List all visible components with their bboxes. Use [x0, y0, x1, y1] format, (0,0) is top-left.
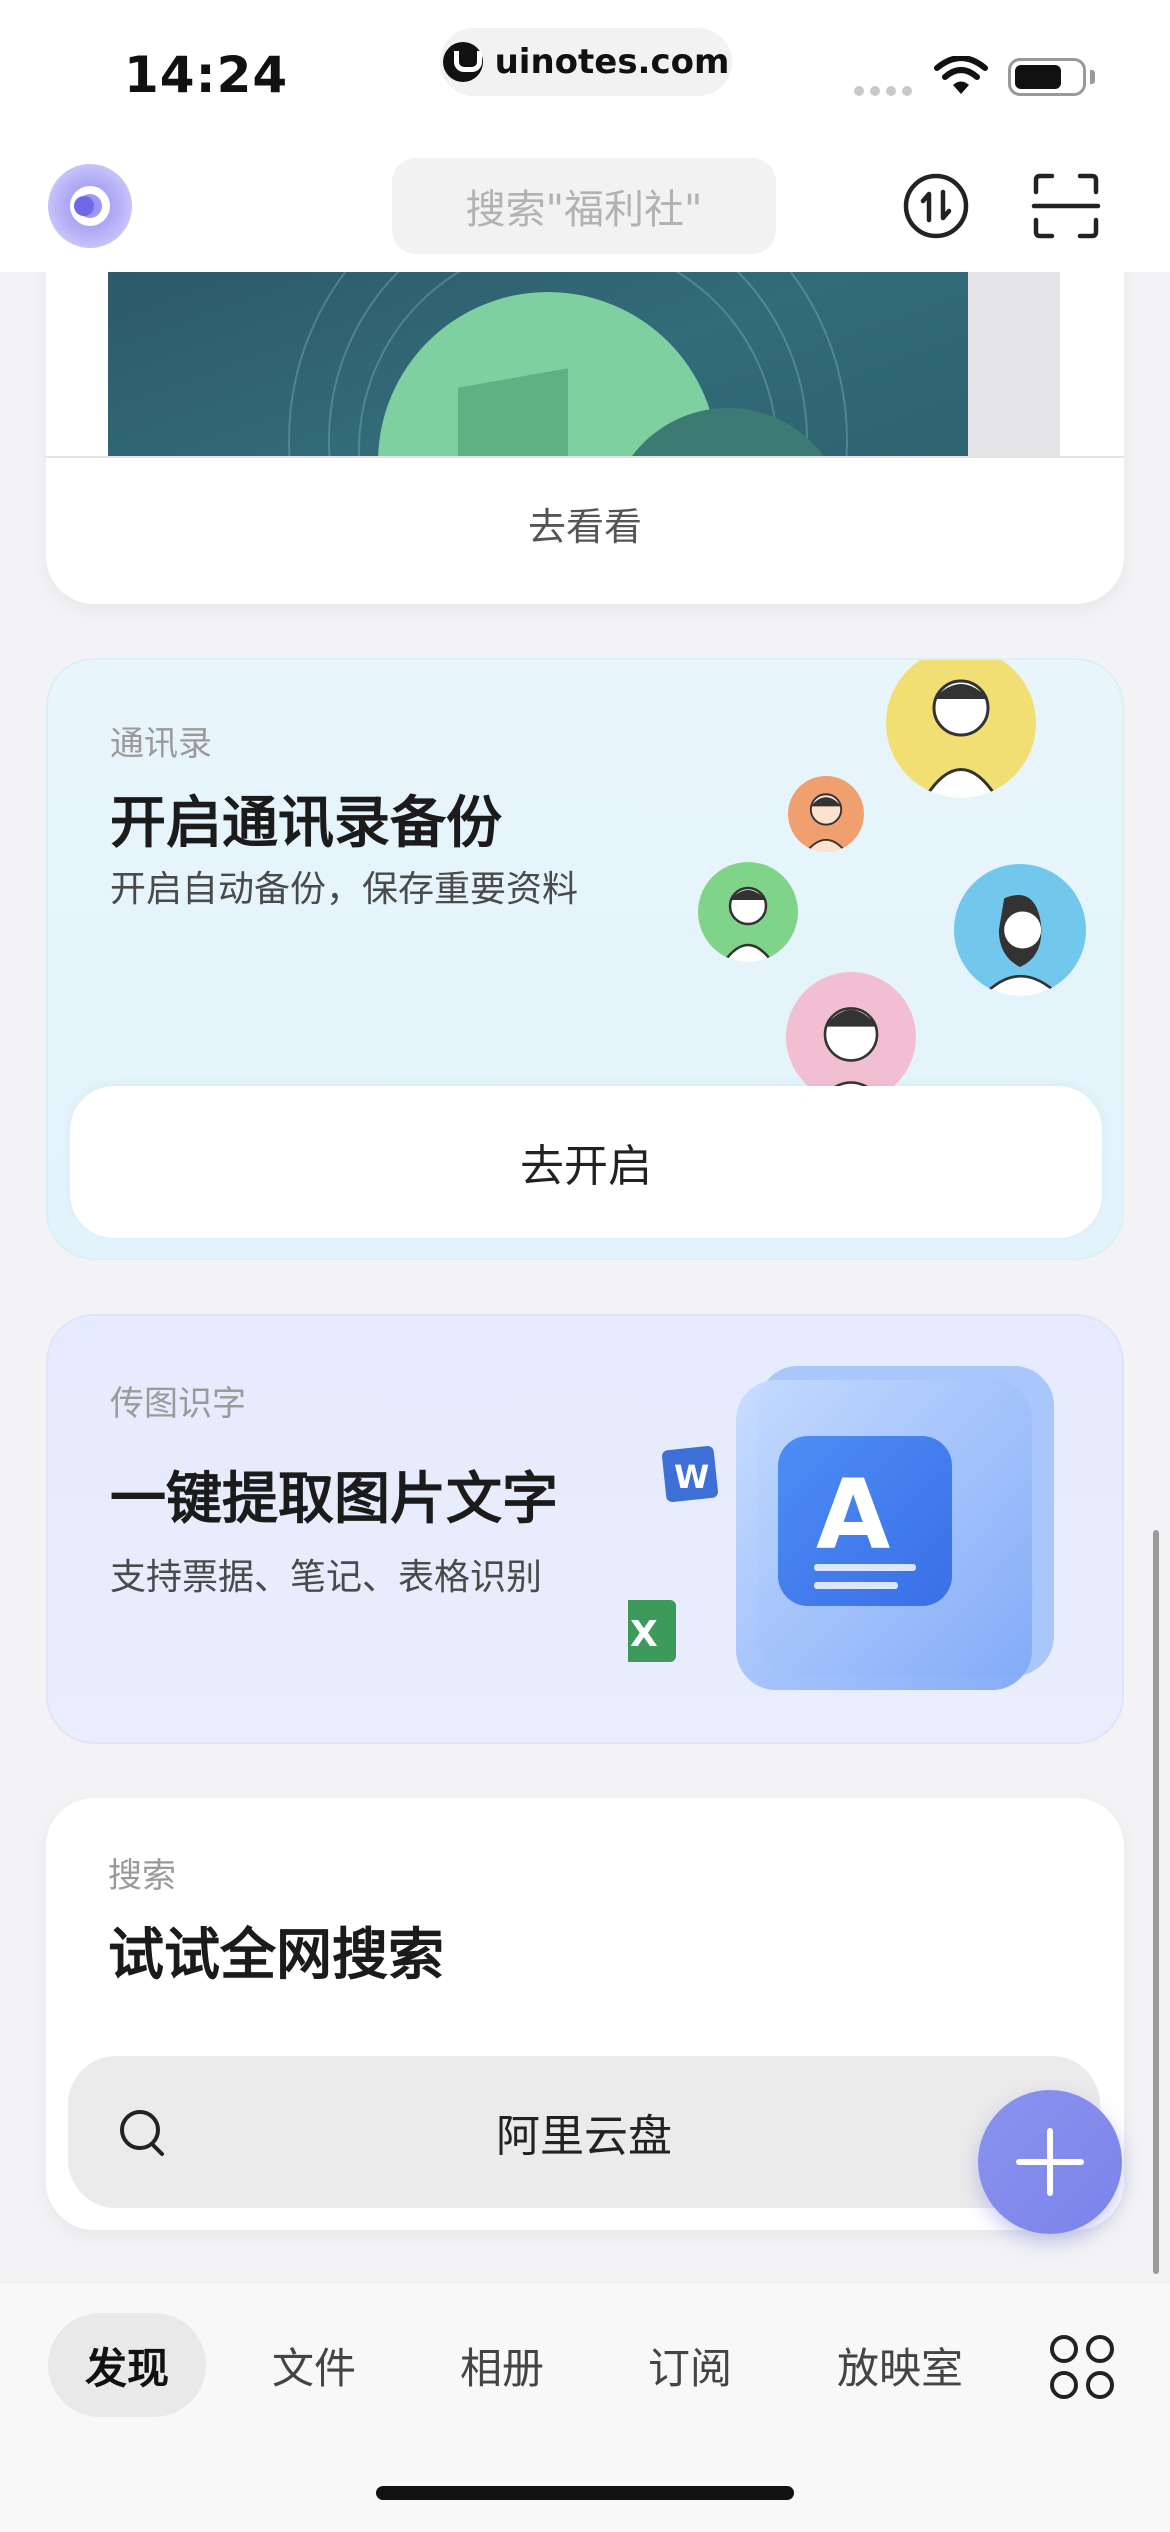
- contacts-eyebrow: 通讯录: [110, 724, 212, 764]
- ocr-subtitle: 支持票据、笔记、表格识别: [110, 1557, 543, 1598]
- tab-screening-room[interactable]: 放映室: [810, 2313, 990, 2417]
- avatar: [886, 660, 1036, 798]
- tab-discover[interactable]: 发现: [48, 2313, 206, 2417]
- contacts-title: 开启通讯录备份: [110, 791, 502, 856]
- url-pill[interactable]: uinotes.com: [440, 28, 732, 96]
- tab-files[interactable]: 文件: [236, 2313, 392, 2417]
- tab-album[interactable]: 相册: [424, 2313, 580, 2417]
- signal-icon: [854, 86, 912, 96]
- web-search-card: 搜索 试试全网搜索 阿里云盘: [46, 1798, 1124, 2230]
- status-bar: 14:24 uinotes.com: [0, 0, 1170, 140]
- contacts-backup-card[interactable]: 通讯录 开启通讯录备份 开启自动备份，保存重要资料 去开启: [46, 658, 1124, 1260]
- contacts-subtitle: 开启自动备份，保存重要资料: [110, 869, 579, 910]
- avatar: [788, 776, 864, 852]
- ocr-title: 一键提取图片文字: [110, 1467, 558, 1532]
- text-recognition-icon: A W X: [628, 1366, 1054, 1690]
- add-button[interactable]: [978, 2090, 1122, 2234]
- app-header: 搜索"福利社": [0, 140, 1170, 272]
- divider: [46, 456, 1124, 458]
- svg-text:W: W: [674, 1458, 709, 1496]
- scan-icon[interactable]: [1030, 170, 1102, 242]
- scrollbar[interactable]: [1153, 1530, 1159, 2274]
- search-eyebrow: 搜索: [108, 1856, 176, 1896]
- url-text: uinotes.com: [494, 42, 730, 82]
- search-title: 试试全网搜索: [108, 1923, 444, 1988]
- avatar: [786, 972, 916, 1102]
- wifi-icon: [934, 56, 988, 94]
- excel-icon: X: [628, 1600, 676, 1662]
- status-time: 14:24: [124, 46, 289, 104]
- enable-backup-button[interactable]: 去开启: [70, 1086, 1102, 1238]
- site-logo-icon: [442, 42, 483, 82]
- apps-grid-icon[interactable]: [1048, 2333, 1116, 2401]
- go-see-button[interactable]: 去看看: [46, 496, 1124, 551]
- ocr-card[interactable]: 传图识字 一键提取图片文字 支持票据、笔记、表格识别 A W X: [46, 1314, 1124, 1744]
- search-input[interactable]: 搜索"福利社": [392, 158, 776, 254]
- svg-text:X: X: [630, 1614, 658, 1655]
- avatar: [698, 862, 798, 962]
- app-logo-icon[interactable]: [48, 164, 132, 248]
- svg-text:A: A: [816, 1459, 890, 1571]
- web-search-input[interactable]: 阿里云盘: [68, 2056, 1100, 2208]
- battery-cap: [1090, 70, 1095, 84]
- home-indicator: [376, 2486, 794, 2500]
- web-search-query: 阿里云盘: [496, 2111, 672, 2162]
- ocr-eyebrow: 传图识字: [110, 1384, 246, 1424]
- tab-subscription[interactable]: 订阅: [612, 2313, 768, 2417]
- avatar: [954, 864, 1086, 996]
- transfer-icon[interactable]: [900, 170, 972, 242]
- word-icon: W: [662, 1446, 718, 1502]
- battery-icon: [1008, 58, 1086, 96]
